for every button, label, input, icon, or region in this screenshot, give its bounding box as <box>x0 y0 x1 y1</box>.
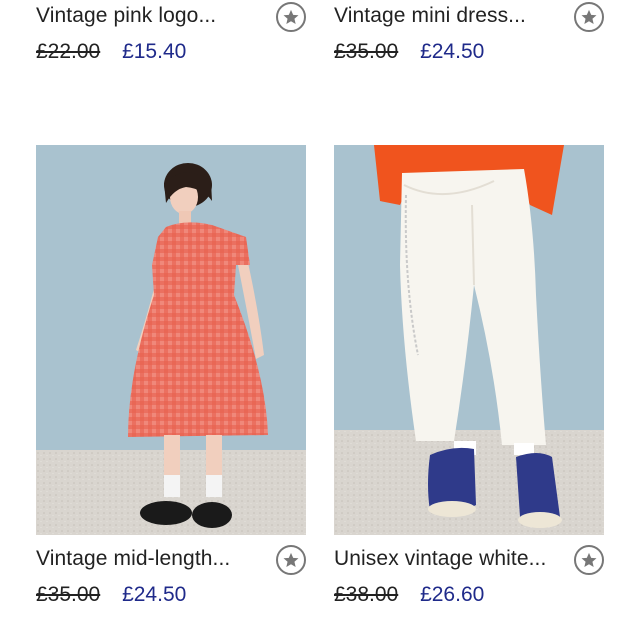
star-icon <box>581 552 597 568</box>
product-info: Vintage mid-length... £35.00 £24.50 <box>36 535 306 607</box>
sale-price: £24.50 <box>122 583 187 606</box>
woman-in-red-gingham-dress-image <box>36 145 306 535</box>
product-info: Vintage mini dress... £35.00 £24.50 <box>334 0 604 64</box>
product-info: Unisex vintage white... £38.00 £26.60 <box>334 535 604 607</box>
product-card[interactable]: Vintage mini dress... £35.00 £24.50 <box>334 0 604 64</box>
product-card[interactable]: Vintage pink logo... £22.00 £15.40 <box>36 0 306 64</box>
favorite-button[interactable] <box>276 545 306 575</box>
favorite-button[interactable] <box>574 2 604 32</box>
product-title[interactable]: Vintage pink logo... <box>36 4 216 28</box>
product-title[interactable]: Vintage mid-length... <box>36 547 230 571</box>
original-price: £22.00 <box>36 40 101 63</box>
star-icon <box>283 9 299 25</box>
product-title[interactable]: Unisex vintage white... <box>334 547 546 571</box>
product-image[interactable] <box>36 145 306 535</box>
white-trousers-blue-sneakers-image <box>334 145 604 535</box>
product-card[interactable]: Unisex vintage white... £38.00 £26.60 <box>334 145 604 607</box>
star-icon <box>581 9 597 25</box>
product-title[interactable]: Vintage mini dress... <box>334 4 526 28</box>
original-price: £35.00 <box>36 583 101 606</box>
product-image[interactable] <box>334 145 604 535</box>
sale-price: £26.60 <box>420 583 485 606</box>
price-row: £35.00 £24.50 <box>334 40 484 64</box>
product-card[interactable]: Vintage mid-length... £35.00 £24.50 <box>36 145 306 607</box>
sale-price: £24.50 <box>420 40 485 63</box>
product-info: Vintage pink logo... £22.00 £15.40 <box>36 0 306 64</box>
favorite-button[interactable] <box>574 545 604 575</box>
price-row: £35.00 £24.50 <box>36 583 186 607</box>
price-row: £22.00 £15.40 <box>36 40 186 64</box>
original-price: £38.00 <box>334 583 399 606</box>
star-icon <box>283 552 299 568</box>
favorite-button[interactable] <box>276 2 306 32</box>
sale-price: £15.40 <box>122 40 187 63</box>
original-price: £35.00 <box>334 40 399 63</box>
price-row: £38.00 £26.60 <box>334 583 484 607</box>
